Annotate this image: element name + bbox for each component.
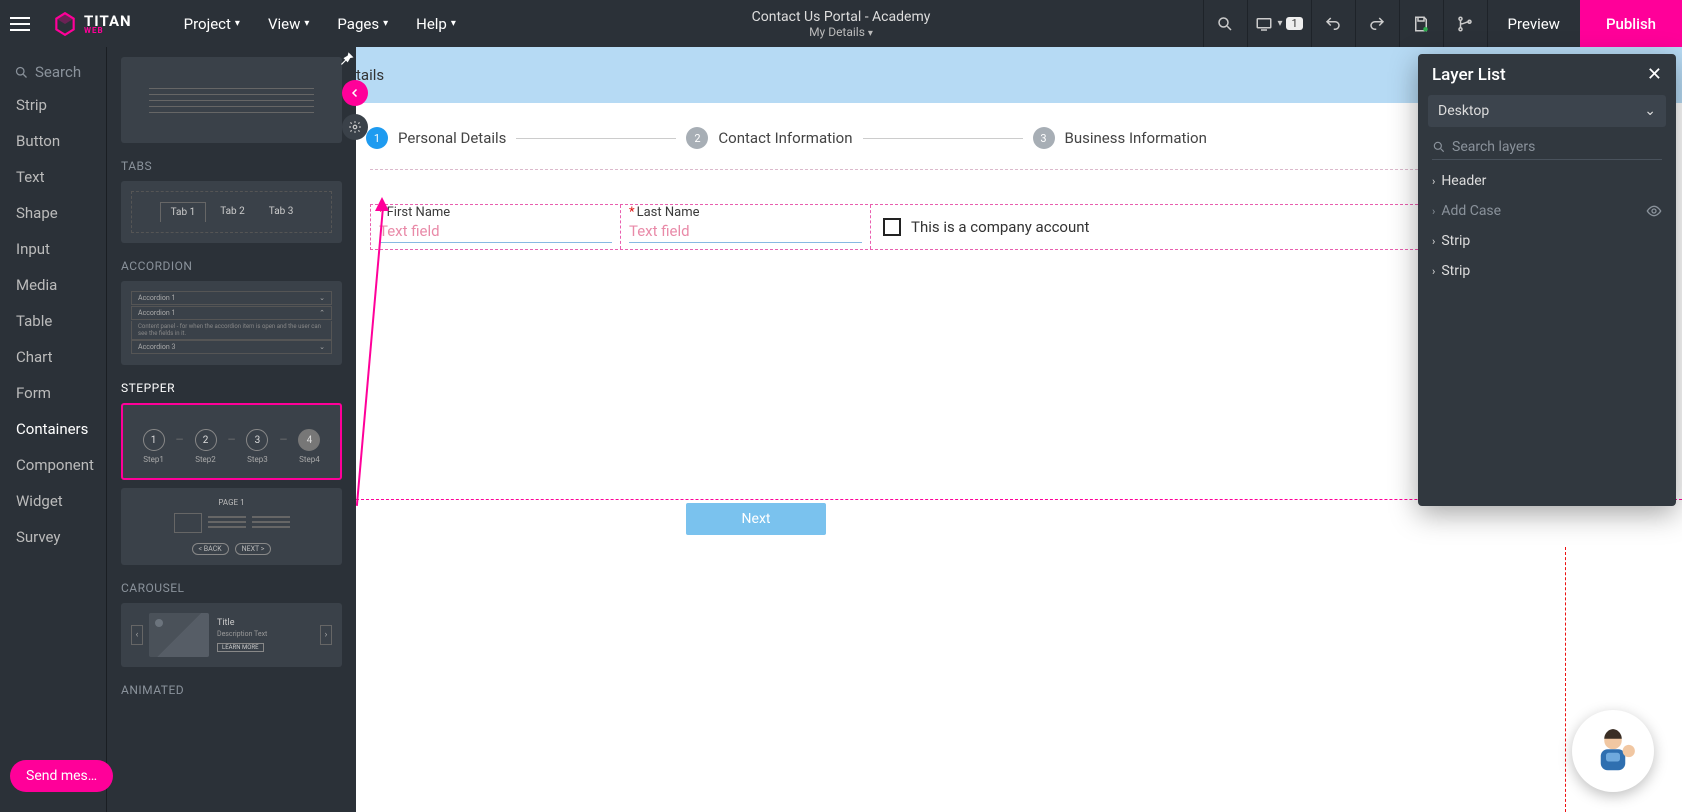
eye-icon[interactable] [1646,203,1662,219]
annotation-arrowhead [375,197,389,211]
device-select[interactable]: Desktop ⌄ [1428,95,1666,127]
chevron-right-icon: › [320,625,332,645]
step-label-2: Contact Information [718,129,852,147]
top-menu: Project▾ View▾ Pages▾ Help▾ [184,15,456,33]
gear-icon[interactable] [342,114,368,140]
layer-search[interactable] [1432,135,1662,160]
card-pager[interactable]: PAGE 1 < BACKNEXT > [121,488,342,565]
step-label-1: Personal Details [398,129,506,147]
card-tabs[interactable]: Tab 1 Tab 2 Tab 3 [121,181,342,243]
step-badge-2[interactable]: 2 [686,127,708,149]
next-button[interactable]: Next [686,503,826,535]
menu-pages[interactable]: Pages▾ [337,15,388,33]
section-accordion: ACCORDION [121,259,342,273]
undo-icon[interactable] [1311,0,1355,47]
category-rail: Search Strip Button Text Shape Input Med… [0,47,107,812]
menu-icon[interactable] [0,23,40,25]
last-name-input[interactable] [629,220,862,243]
section-carousel: CAROUSEL [121,581,342,595]
document-title[interactable]: Contact Us Portal - Academy My Details ▾ [752,9,931,39]
cat-form[interactable]: Form [0,375,106,411]
chevron-down-icon: ▾ [304,18,309,29]
branch-icon[interactable] [1443,0,1487,47]
chevron-down-icon: ▾ [383,18,388,29]
annotation-arrow [356,207,384,506]
menu-view[interactable]: View▾ [268,15,309,33]
chevron-left-icon: ‹ [131,625,143,645]
field-last-name[interactable]: *Last Name [621,205,871,249]
preview-button[interactable]: Preview [1487,0,1580,47]
layer-panel-title: Layer List [1432,65,1506,85]
rail-search[interactable]: Search [0,57,106,87]
cat-media[interactable]: Media [0,267,106,303]
checkbox-icon[interactable] [883,218,901,236]
layer-panel: Layer List ✕ Desktop ⌄ ›Header ›Add Case… [1418,54,1676,506]
chevron-down-icon: ▾ [235,18,240,29]
cat-shape[interactable]: Shape [0,195,106,231]
device-preview[interactable]: ▾ 1 [1247,0,1311,47]
cat-widget[interactable]: Widget [0,483,106,519]
device-count-badge: 1 [1286,17,1302,30]
card-stepper[interactable]: 1Step1 — 2Step2 — 3Step3 — 4Step4 [121,403,342,480]
help-avatar[interactable] [1572,710,1654,792]
card-lines[interactable] [121,57,342,143]
layer-item-add-case[interactable]: ›Add Case [1418,196,1676,226]
layer-item-strip-1[interactable]: ›Strip [1418,226,1676,256]
first-name-input[interactable] [379,220,612,243]
close-icon[interactable]: ✕ [1647,64,1662,85]
redo-icon[interactable] [1355,0,1399,47]
section-tabs: TABS [121,159,342,173]
card-accordion[interactable]: Accordion 1⌄ Accordion 1⌃ Content panel … [121,281,342,365]
topbar: TITAN WEB Project▾ View▾ Pages▾ Help▾ Co… [0,0,1682,47]
chevron-down-icon: ⌄ [1644,103,1656,119]
menu-help[interactable]: Help▾ [416,15,456,33]
section-animated: ANIMATED [121,683,342,697]
cat-table[interactable]: Table [0,303,106,339]
topbar-actions: ▾ 1 Preview Publish [1203,0,1682,47]
card-carousel[interactable]: ‹ Title Description Text LEARN MORE › [121,603,342,667]
menu-project[interactable]: Project▾ [184,15,240,33]
cat-input[interactable]: Input [0,231,106,267]
layer-search-input[interactable] [1452,139,1662,155]
cat-text[interactable]: Text [0,159,106,195]
search-icon[interactable] [1203,0,1247,47]
layer-item-header[interactable]: ›Header [1418,166,1676,196]
collapse-panel-button[interactable] [342,80,368,106]
publish-button[interactable]: Publish [1580,0,1682,47]
chevron-down-icon: ▾ [868,28,873,39]
chevron-down-icon: ▾ [451,18,456,29]
send-message-button[interactable]: Send mes… [10,760,113,792]
layer-item-strip-2[interactable]: ›Strip [1418,256,1676,286]
cat-survey[interactable]: Survey [0,519,106,555]
component-panel: TABS Tab 1 Tab 2 Tab 3 ACCORDION Accordi… [107,47,356,812]
section-stepper: STEPPER [121,381,342,395]
step-label-3: Business Information [1065,129,1207,147]
cat-chart[interactable]: Chart [0,339,106,375]
brand-logo[interactable]: TITAN WEB [40,11,144,37]
cat-button[interactable]: Button [0,123,106,159]
field-first-name[interactable]: *First Name [371,205,621,249]
cat-component[interactable]: Component [0,447,106,483]
cat-strip[interactable]: Strip [0,87,106,123]
step-badge-1[interactable]: 1 [366,127,388,149]
cat-containers[interactable]: Containers [0,411,106,447]
save-icon[interactable] [1399,0,1443,47]
pin-icon[interactable] [336,49,356,69]
step-badge-3[interactable]: 3 [1033,127,1055,149]
